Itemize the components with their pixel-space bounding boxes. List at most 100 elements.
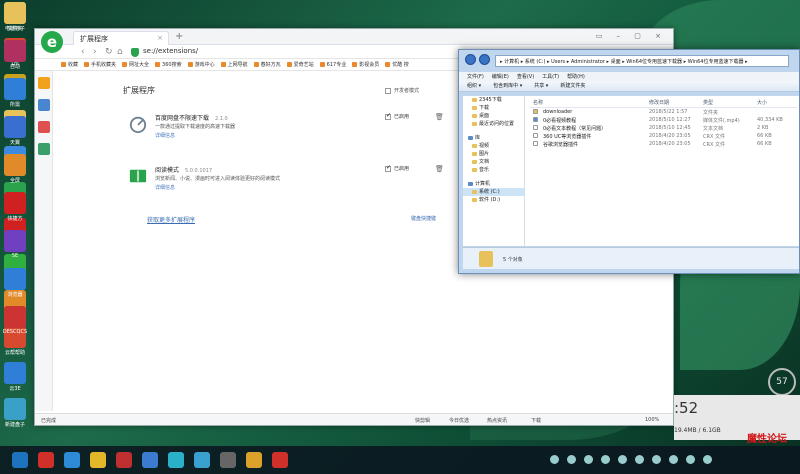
menu-item[interactable]: 查看(V) (517, 74, 534, 80)
desktop-icon[interactable]: 自动 (0, 40, 30, 70)
menu-item[interactable]: 编辑(E) (492, 74, 509, 80)
toolbar-button[interactable]: 组织 ▾ (467, 83, 481, 89)
menu-item[interactable]: 帮助(H) (567, 74, 585, 80)
enable-toggle[interactable]: 已启用 (385, 164, 409, 172)
bookmark-item[interactable]: 手机收藏夹 (84, 59, 116, 70)
keyboard-shortcuts-link[interactable]: 键盘快捷键 (411, 215, 436, 222)
forward-icon[interactable]: › (93, 47, 97, 57)
trash-icon[interactable]: 🗑 (435, 165, 444, 173)
bookmark-item[interactable]: 影视会员 (352, 59, 379, 70)
toolbar-button[interactable]: 新建文件夹 (560, 83, 585, 89)
status-item[interactable]: 下载 (531, 417, 541, 424)
desktop-icon[interactable]: 新建盘子 (0, 398, 30, 428)
file-row[interactable]: 0必看文本教程（常见问题） 2018/5/10 12:45 文本文档 2 KB (529, 124, 797, 132)
taskbar-app-icon[interactable] (194, 452, 210, 468)
taskbar-app-icon[interactable] (116, 452, 132, 468)
file-row[interactable]: 0必看视频教程 2018/5/10 12:27 媒体文件(.mp4) 40,334 K… (529, 116, 797, 124)
trash-icon[interactable]: 🗑 (435, 113, 444, 121)
bookmark-item[interactable]: 收藏 (61, 59, 78, 70)
desktop-icon[interactable]: 所需 (0, 78, 30, 108)
desktop-icon[interactable]: 5E (0, 230, 30, 259)
details-link[interactable]: 详细信息 (155, 184, 175, 191)
file-row[interactable]: downloader 2018/5/22 1:57 文件夹 (529, 108, 797, 116)
menu-item[interactable]: 工具(T) (542, 74, 559, 80)
forward-icon[interactable] (479, 54, 490, 65)
enable-checkbox[interactable] (385, 112, 391, 120)
taskbar-app-icon[interactable] (142, 452, 158, 468)
bookmark-item[interactable]: 360搜索 (155, 59, 182, 70)
taskbar-app-icon[interactable] (12, 452, 28, 468)
tray-icon[interactable] (652, 455, 661, 464)
nav-item[interactable]: 2345下载 (463, 96, 524, 104)
tray-icon[interactable] (550, 455, 559, 464)
taskbar-app-icon[interactable] (38, 452, 54, 468)
taskbar-app-icon[interactable] (64, 452, 80, 468)
tray-icon[interactable] (618, 455, 627, 464)
file-row[interactable]: 360 UC等浏览器插件 2018/4/20 23:05 CRX 文件 66 KB (529, 132, 797, 140)
taskbar-app-icon[interactable] (168, 452, 184, 468)
new-tab-button[interactable]: + (175, 31, 183, 42)
nav-item[interactable]: 计算机 (463, 180, 524, 188)
bookmark-item[interactable]: 上网导航 (221, 59, 248, 70)
status-item[interactable]: 今日优选 (449, 417, 469, 424)
tray-icon[interactable] (584, 455, 593, 464)
apps-icon[interactable] (38, 143, 50, 155)
desktop-icon[interactable]: 天翼 (0, 116, 30, 146)
file-row[interactable]: 谷歌浏览器插件 2018/4/20 23:05 CRX 文件 66 KB (529, 140, 797, 148)
zoom-level[interactable]: 100% (645, 417, 659, 423)
tray-icon[interactable] (703, 455, 712, 464)
tray-icon[interactable] (669, 455, 678, 464)
desktop-icon[interactable]: 快捷方 (0, 192, 30, 222)
dev-mode-toggle[interactable]: 开发者模式 (385, 87, 419, 94)
nav-item[interactable]: 系统 (C:) (463, 188, 524, 196)
nav-item[interactable]: 文档 (463, 158, 524, 166)
media-icon[interactable] (38, 121, 50, 133)
home-icon[interactable]: ⌂ (117, 47, 123, 57)
desktop-icon[interactable]: 全屏 (0, 154, 30, 184)
back-icon[interactable] (465, 54, 476, 65)
column-type[interactable]: 类型 (703, 99, 713, 106)
enable-checkbox[interactable] (385, 164, 391, 172)
desktop-icon[interactable]: 浏览器 (0, 268, 30, 298)
desktop-icon[interactable]: 云3E (0, 362, 30, 392)
desktop-icon[interactable]: DESCQCS (0, 306, 30, 335)
toolbar-button[interactable]: 共享 ▾ (534, 83, 548, 89)
menu-item[interactable]: 文件(F) (467, 74, 484, 80)
back-icon[interactable]: ‹ (81, 47, 85, 57)
status-item[interactable]: 快剪辑 (415, 417, 430, 424)
enable-toggle[interactable]: 已启用 (385, 112, 409, 120)
column-size[interactable]: 大小 (757, 99, 767, 106)
taskbar-app-icon[interactable] (90, 452, 106, 468)
nav-item[interactable]: 库 (463, 134, 524, 142)
desktop-icon[interactable]: 文件夹 (0, 2, 30, 32)
nav-item[interactable]: 音乐 (463, 166, 524, 174)
bookmark-item[interactable]: 优酷 搜 (385, 59, 409, 70)
toolbar-button[interactable]: 包含到库中 ▾ (493, 83, 522, 89)
bookmark-item[interactable]: 春好方瓦 (254, 59, 281, 70)
nav-item[interactable]: 桌面 (463, 112, 524, 120)
tray-icon[interactable] (686, 455, 695, 464)
nav-item[interactable]: 图片 (463, 150, 524, 158)
window-controls[interactable]: ▭ – ▢ × (596, 32, 667, 40)
taskbar-app-icon[interactable] (246, 452, 262, 468)
details-link[interactable]: 详细信息 (155, 132, 175, 139)
explorer-address-bar[interactable]: ▸ 计算机 ▸ 系统 (C:) ▸ Users ▸ Administrator … (495, 55, 789, 67)
column-name[interactable]: 名称 (533, 99, 543, 106)
get-more-extensions-link[interactable]: 获取更多扩展程序 (147, 215, 195, 224)
bookmark-item[interactable]: 617专业 (320, 59, 347, 70)
tray-icon[interactable] (635, 455, 644, 464)
column-date[interactable]: 修改日期 (649, 99, 669, 106)
tray-icon[interactable] (601, 455, 610, 464)
taskbar-app-icon[interactable] (272, 452, 288, 468)
bookmark-item[interactable]: 网址大全 (122, 59, 149, 70)
nav-item[interactable]: 视频 (463, 142, 524, 150)
nav-item[interactable]: 软件 (D:) (463, 196, 524, 204)
browser-logo-icon[interactable]: e (41, 31, 63, 53)
refresh-icon[interactable]: ↻ (105, 47, 113, 57)
nav-item[interactable]: 最近访问的位置 (463, 120, 524, 128)
bookmark-item[interactable]: 游戏中心 (188, 59, 215, 70)
taskbar-app-icon[interactable] (220, 452, 236, 468)
favorites-icon[interactable] (38, 77, 50, 89)
dev-mode-checkbox[interactable] (385, 87, 391, 94)
bookmark-item[interactable]: 爱奇艺站 (287, 59, 314, 70)
